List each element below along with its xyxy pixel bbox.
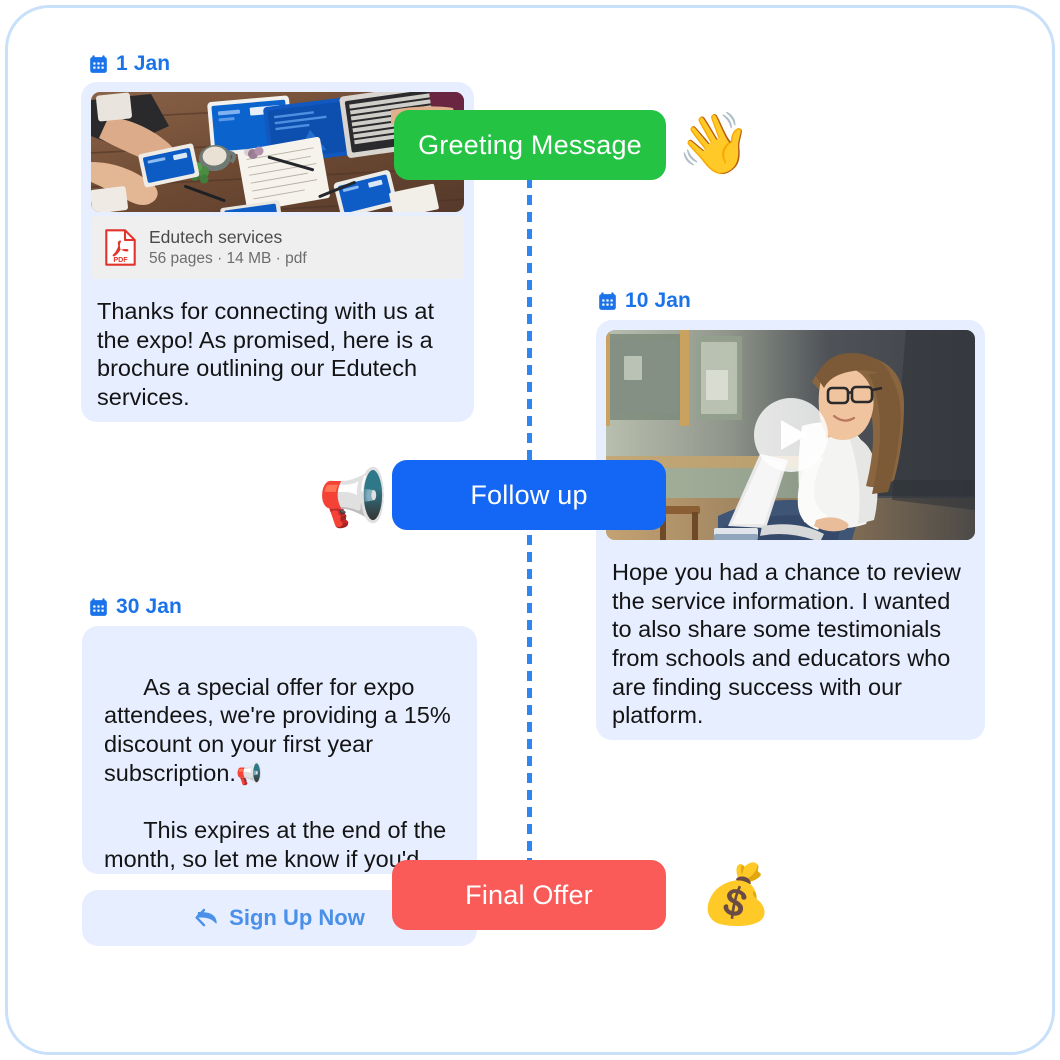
offer-line-1: As a special offer for expo attendees, w… bbox=[104, 673, 458, 786]
pdf-file-icon: PDF bbox=[105, 229, 136, 266]
stage-pill-follow-up[interactable]: Follow up bbox=[392, 460, 666, 530]
loudspeaker-inline-emoji: 📢 bbox=[235, 762, 263, 786]
stage-pill-greeting-message[interactable]: Greeting Message bbox=[394, 110, 666, 180]
calendar-icon bbox=[599, 291, 616, 310]
campaign-timeline-card: 1 Jan PDF Edutech services 56 pages · 14… bbox=[0, 0, 1060, 1060]
calendar-icon bbox=[90, 54, 107, 73]
calendar-icon bbox=[90, 597, 107, 616]
date-label-10-jan: 10 Jan bbox=[597, 289, 691, 313]
stage-label: Final Offer bbox=[465, 879, 593, 910]
attachment-meta: Edutech services 56 pages · 14 MB · pdf bbox=[149, 227, 307, 268]
loudspeaker-emoji: 📢 bbox=[318, 466, 388, 529]
attachment-title: Edutech services bbox=[149, 227, 283, 247]
date-label-1-jan: 1 Jan bbox=[88, 52, 170, 76]
svg-text:PDF: PDF bbox=[113, 255, 128, 264]
stage-label: Greeting Message bbox=[418, 129, 642, 160]
date-label-30-jan: 30 Jan bbox=[88, 595, 182, 619]
message-body-greeting: Thanks for connecting with us at the exp… bbox=[97, 298, 441, 410]
stage-pill-final-offer[interactable]: Final Offer bbox=[392, 860, 666, 930]
reply-arrow-icon bbox=[195, 908, 217, 927]
date-text: 1 Jan bbox=[116, 52, 171, 75]
message-body-followup: Hope you had a chance to review the serv… bbox=[612, 559, 968, 729]
message-card-final-offer[interactable]: As a special offer for expo attendees, w… bbox=[82, 626, 477, 874]
message-card-followup[interactable]: Hope you had a chance to review the serv… bbox=[596, 320, 985, 740]
money-bag-emoji: 💰 bbox=[700, 862, 773, 927]
attachment-subtitle: 56 pages · 14 MB · pdf bbox=[149, 250, 307, 267]
stage-label: Follow up bbox=[470, 479, 588, 510]
play-icon[interactable] bbox=[753, 398, 828, 472]
sign-up-now-label: Sign Up Now bbox=[229, 905, 365, 930]
attachment-row[interactable]: PDF Edutech services 56 pages · 14 MB · … bbox=[91, 216, 464, 279]
date-text: 10 Jan bbox=[625, 289, 691, 312]
waving-hand-emoji: 👋 bbox=[677, 110, 752, 177]
date-text: 30 Jan bbox=[116, 595, 182, 618]
message-body-final-offer: As a special offer for expo attendees, w… bbox=[82, 626, 477, 874]
